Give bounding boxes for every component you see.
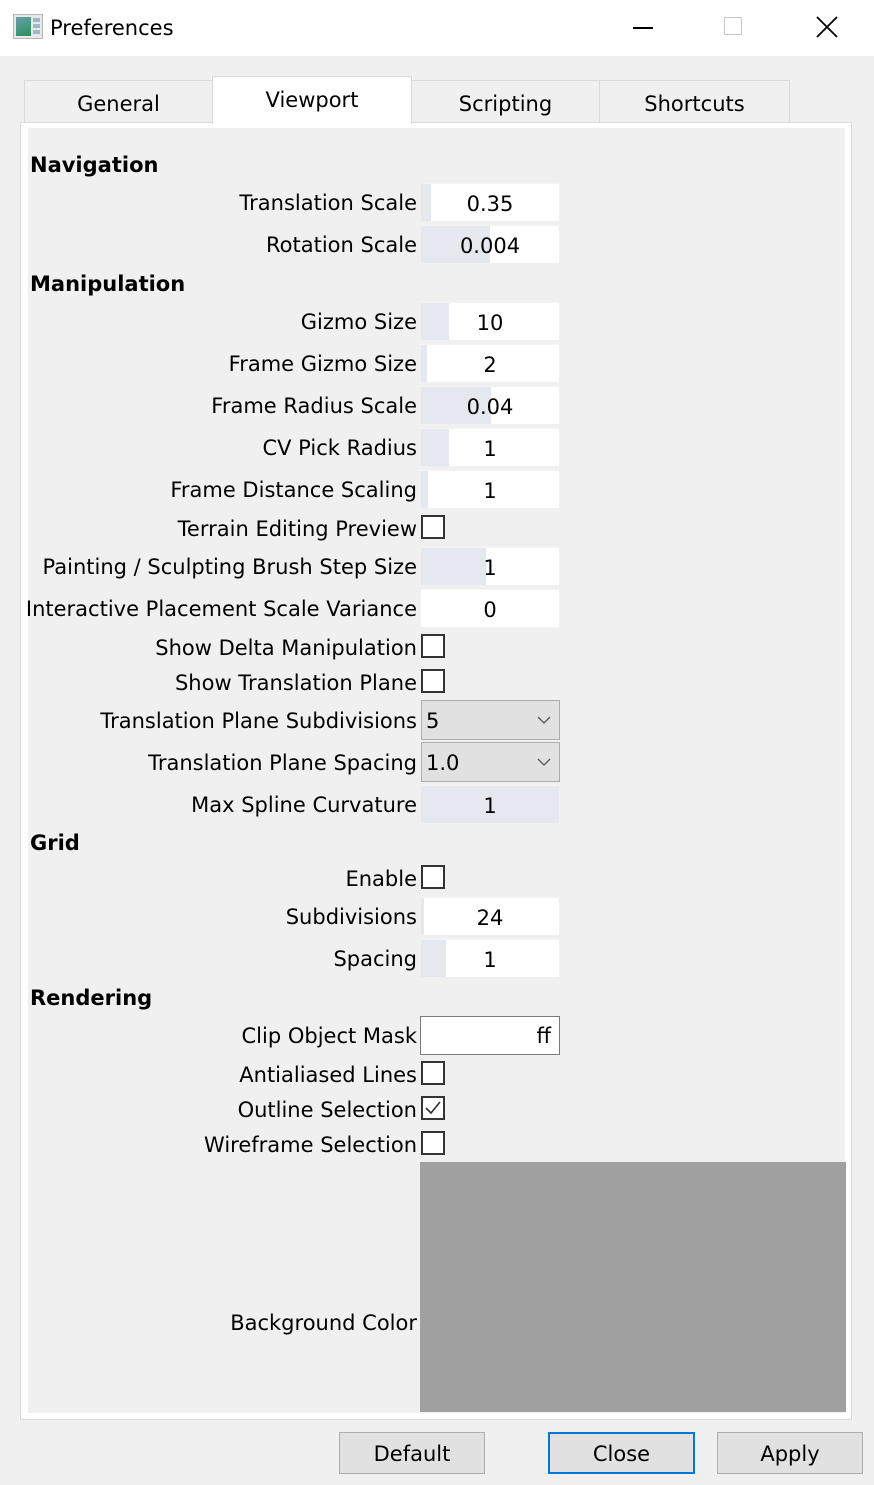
frame-radius-scale-slider[interactable]: 0.04 [421,386,559,424]
terrain-editing-preview-label: Terrain Editing Preview [177,517,417,541]
show-delta-manipulation-label: Show Delta Manipulation [155,636,417,660]
slider-value: 0 [483,598,497,622]
gizmo-size-slider[interactable]: 10 [421,302,559,340]
default-button[interactable]: Default [339,1432,485,1474]
slider-value: 2 [483,353,497,377]
clip-object-mask-label: Clip Object Mask [241,1024,418,1048]
slider-value: 10 [476,311,504,335]
translation-plane-subdivisions-dropdown[interactable]: 5 [421,700,560,740]
translation-plane-spacing-label: Translation Plane Spacing [148,751,417,775]
maximize-button [688,0,780,56]
dropdown-value: 1.0 [426,751,460,775]
window-title: Preferences [50,16,174,40]
clip-object-mask-input[interactable]: ff [420,1016,560,1055]
slider-value: 0.004 [459,234,521,258]
chevron-down-icon [537,758,551,766]
input-value: ff [536,1024,551,1048]
frame-gizmo-size-slider[interactable]: 2 [421,344,559,382]
section-grid: Grid [30,831,80,855]
translation-plane-spacing-dropdown[interactable]: 1.0 [421,742,560,782]
max-spline-curvature-label: Max Spline Curvature [191,793,417,817]
dropdown-value: 5 [426,709,440,733]
rotation-scale-label: Rotation Scale [266,233,417,257]
placement-scale-variance-label: Interactive Placement Scale Variance [25,597,417,621]
grid-enable-label: Enable [345,867,417,891]
grid-spacing-label: Spacing [333,947,417,971]
background-color-label: Background Color [230,1311,417,1335]
slider-value: 1 [483,556,497,580]
grid-enable-checkbox[interactable] [421,865,445,889]
show-delta-manipulation-checkbox[interactable] [421,634,445,658]
tab-general[interactable]: General [24,80,213,123]
checkmark-icon [425,1101,441,1115]
app-icon [13,14,43,39]
title-bar: Preferences [0,0,874,56]
cv-pick-radius-label: CV Pick Radius [262,436,417,460]
frame-gizmo-size-label: Frame Gizmo Size [228,352,417,376]
rotation-scale-slider[interactable]: 0.004 [421,225,559,263]
translation-plane-subdivisions-label: Translation Plane Subdivisions [100,709,417,733]
close-window-button[interactable] [780,0,872,56]
chevron-down-icon [537,716,551,724]
tab-scripting[interactable]: Scripting [411,80,600,123]
antialiased-lines-checkbox[interactable] [421,1061,445,1085]
cv-pick-radius-slider[interactable]: 1 [421,428,559,466]
translation-scale-label: Translation Scale [239,191,417,215]
frame-distance-scaling-label: Frame Distance Scaling [170,478,417,502]
tab-viewport[interactable]: Viewport [212,76,412,124]
section-manipulation: Manipulation [30,272,186,296]
tab-shortcuts[interactable]: Shortcuts [599,80,790,123]
slider-value: 1 [483,794,497,818]
slider-value: 1 [483,948,497,972]
section-rendering: Rendering [30,986,153,1010]
brush-step-size-slider[interactable]: 1 [421,547,559,585]
grid-subdivisions-slider[interactable]: 24 [421,897,559,935]
translation-scale-slider[interactable]: 0.35 [421,183,559,221]
antialiased-lines-label: Antialiased Lines [239,1063,417,1087]
terrain-editing-preview-checkbox[interactable] [421,515,445,539]
placement-scale-variance-slider[interactable]: 0 [421,589,559,627]
frame-distance-scaling-slider[interactable]: 1 [421,470,559,508]
section-navigation: Navigation [30,153,159,177]
background-color-swatch[interactable] [420,1162,846,1412]
show-translation-plane-checkbox[interactable] [421,669,445,693]
close-icon [816,16,838,38]
max-spline-curvature-slider[interactable]: 1 [421,785,559,823]
brush-step-size-label: Painting / Sculpting Brush Step Size [42,555,417,579]
slider-value: 24 [476,906,504,930]
gizmo-size-label: Gizmo Size [300,310,417,334]
slider-value: 1 [483,437,497,461]
wireframe-selection-label: Wireframe Selection [204,1133,417,1157]
close-button[interactable]: Close [548,1432,695,1474]
slider-value: 1 [483,479,497,503]
slider-value: 0.04 [466,395,514,419]
show-translation-plane-label: Show Translation Plane [174,671,417,695]
frame-radius-scale-label: Frame Radius Scale [211,394,417,418]
slider-value: 0.35 [466,192,514,216]
minimize-button[interactable] [598,0,690,56]
wireframe-selection-checkbox[interactable] [421,1131,445,1155]
grid-spacing-slider[interactable]: 1 [421,939,559,977]
grid-subdivisions-label: Subdivisions [285,905,417,929]
outline-selection-checkbox[interactable] [421,1096,445,1120]
apply-button[interactable]: Apply [717,1432,863,1474]
outline-selection-label: Outline Selection [237,1098,417,1122]
